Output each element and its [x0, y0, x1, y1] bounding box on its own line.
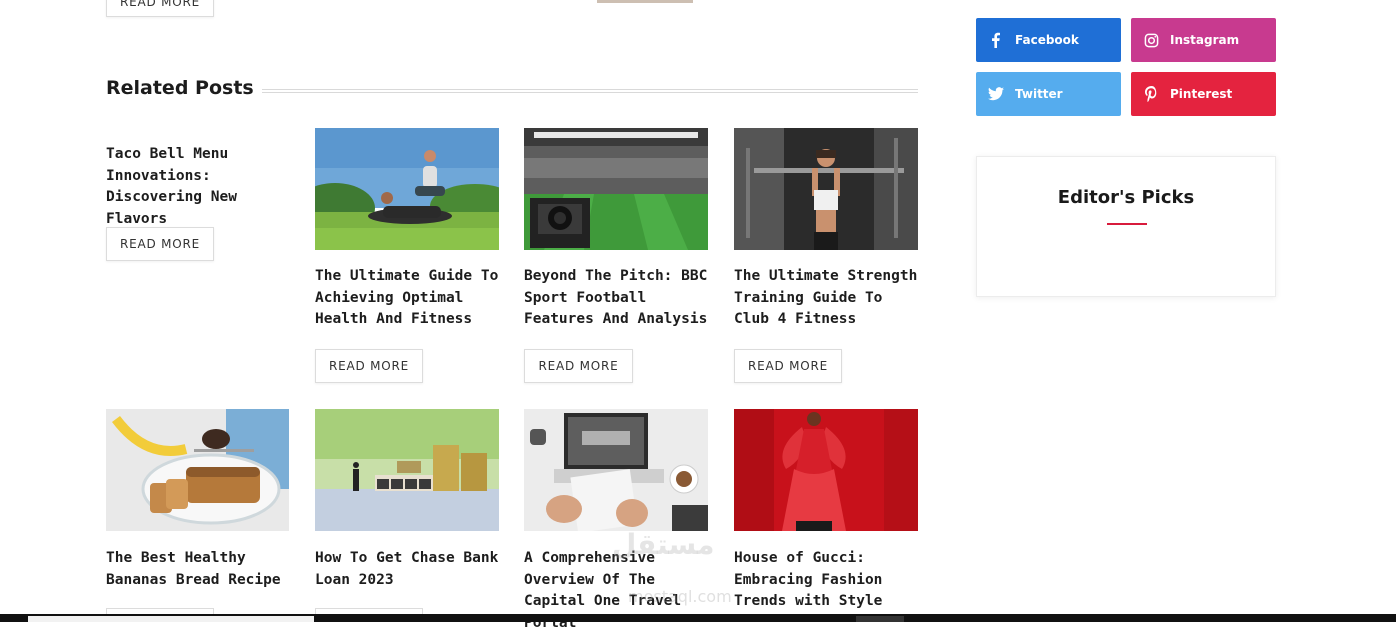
banana-bread-image[interactable]	[106, 409, 289, 531]
post-title-house-of-gucci[interactable]: House of Gucci: Embracing Fashion Trends…	[734, 548, 924, 613]
article-image-top-fragment	[597, 0, 693, 3]
read-more-button-bbc-football[interactable]: READ MORE	[524, 349, 633, 383]
woman-gym-pulldown-image[interactable]	[734, 128, 918, 250]
heading-divider-bottom	[262, 92, 918, 93]
facebook-label: Facebook	[1015, 33, 1079, 47]
loan-coins-image[interactable]	[315, 409, 499, 531]
instagram-label: Instagram	[1170, 33, 1240, 47]
taskbar-app-icon[interactable]	[856, 616, 904, 622]
read-more-button-taco-bell[interactable]: READ MORE	[106, 227, 214, 261]
taskbar-search-box[interactable]	[28, 616, 314, 622]
pinterest-icon	[1143, 86, 1159, 102]
couple-exercising-park-image[interactable]	[315, 128, 499, 250]
twitter-label: Twitter	[1015, 87, 1063, 101]
pinterest-button[interactable]: Pinterest	[1131, 72, 1276, 116]
instagram-button[interactable]: Instagram	[1131, 18, 1276, 62]
heading-divider-top	[262, 89, 918, 90]
post-title-chase-loan[interactable]: How To Get Chase Bank Loan 2023	[315, 548, 505, 591]
read-more-button-health-fitness[interactable]: READ MORE	[315, 349, 423, 383]
read-more-button-top[interactable]: READ MORE	[106, 0, 214, 17]
read-more-button-strength-training[interactable]: READ MORE	[734, 349, 842, 383]
editors-picks-underline	[1107, 223, 1147, 225]
post-title-taco-bell[interactable]: Taco Bell Menu Innovations: Discovering …	[106, 144, 292, 230]
watermark-logo: مستقل	[612, 528, 715, 561]
post-title-banana-bread[interactable]: The Best Healthy Bananas Bread Recipe	[106, 548, 296, 591]
instagram-icon	[1143, 32, 1159, 48]
twitter-icon	[988, 86, 1004, 102]
facebook-button[interactable]: Facebook	[976, 18, 1121, 62]
facebook-icon	[988, 32, 1004, 48]
post-title-strength-training[interactable]: The Ultimate Strength Training Guide To …	[734, 266, 924, 331]
twitter-button[interactable]: Twitter	[976, 72, 1121, 116]
football-stadium-camera-image[interactable]	[524, 128, 708, 250]
pinterest-label: Pinterest	[1170, 87, 1233, 101]
post-title-bbc-football[interactable]: Beyond The Pitch: BBC Sport Football Fea…	[524, 266, 714, 331]
red-dress-fashion-image[interactable]	[734, 409, 918, 531]
editors-picks-widget: Editor's Picks	[976, 156, 1276, 297]
post-title-health-fitness[interactable]: The Ultimate Guide To Achieving Optimal …	[315, 266, 505, 331]
watermark-url: mostaql.com	[628, 587, 732, 606]
editors-picks-title: Editor's Picks	[1057, 187, 1195, 208]
travel-laptop-image[interactable]	[524, 409, 708, 531]
related-posts-heading: Related Posts	[106, 77, 254, 99]
